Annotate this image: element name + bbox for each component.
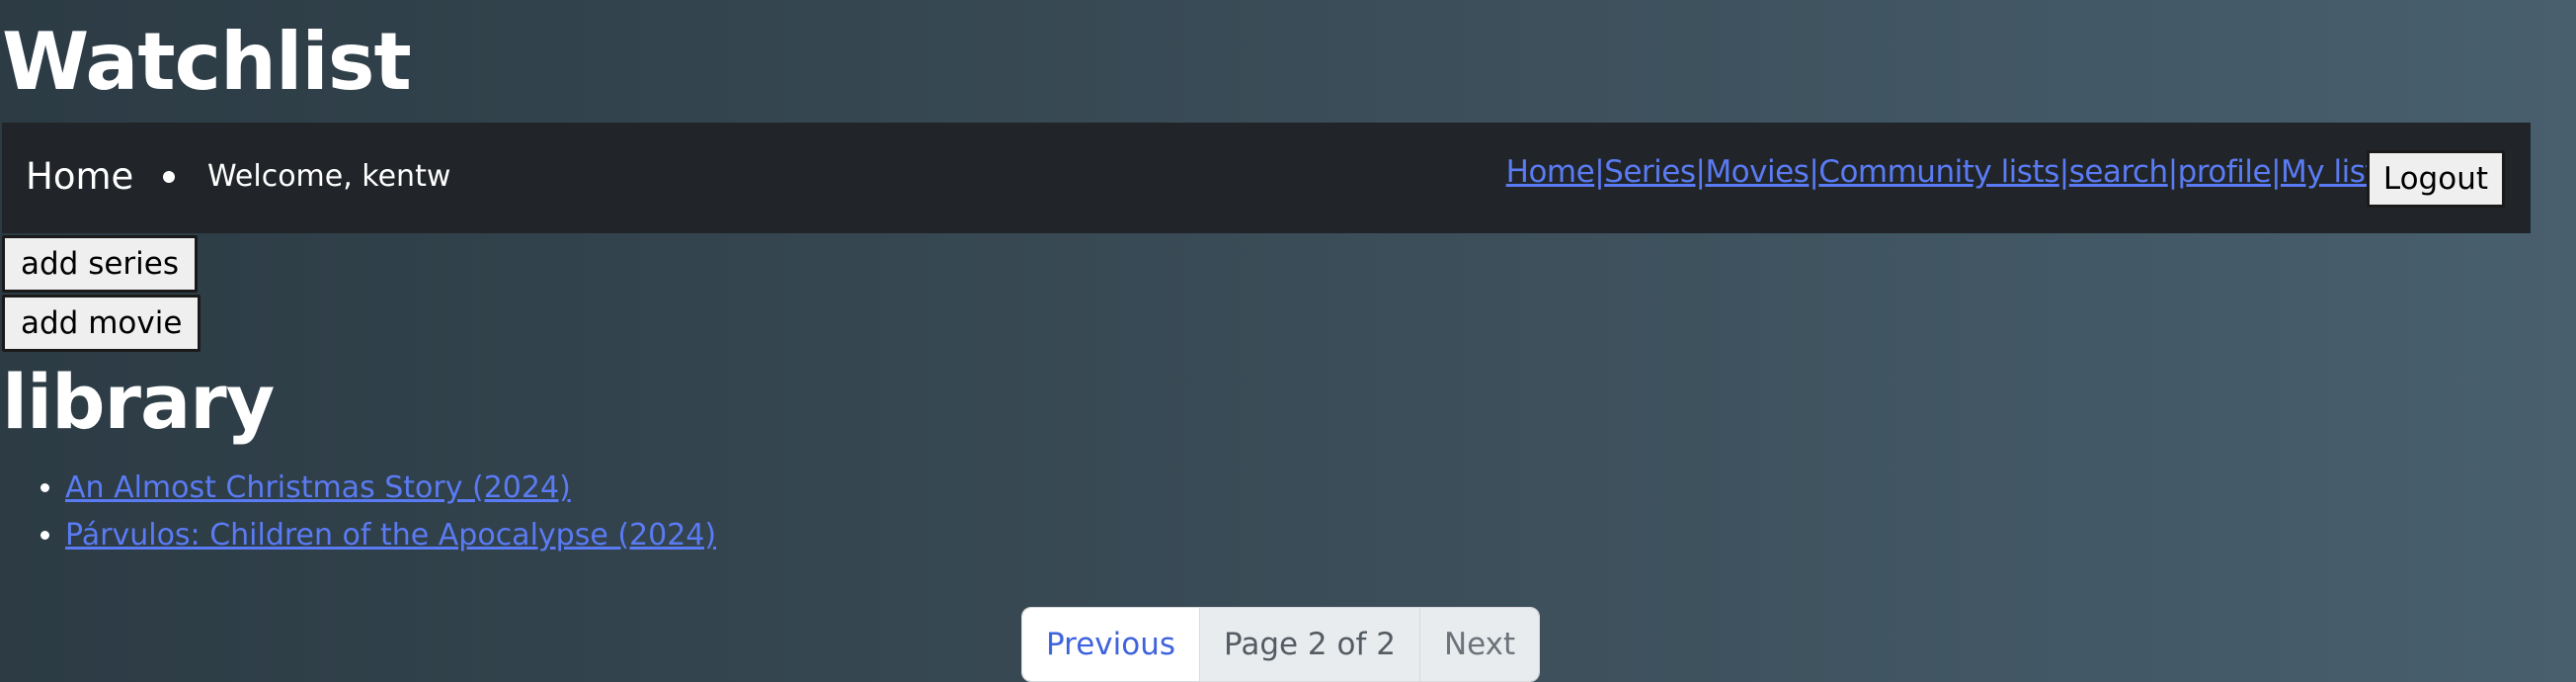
previous-page-button[interactable]: Previous <box>1022 608 1201 681</box>
list-item: Párvulos: Children of the Apocalypse (20… <box>65 512 716 559</box>
nav-link-series[interactable]: Series <box>1604 154 1696 190</box>
app-title: Watchlist <box>2 16 412 108</box>
library-title: library <box>2 358 275 446</box>
top-navbar: Home Welcome, kentw Home|Series|Movies|C… <box>2 123 2531 233</box>
library-item-link[interactable]: Párvulos: Children of the Apocalypse (20… <box>65 518 716 553</box>
nav-separator: | <box>1809 154 1819 190</box>
add-series-button[interactable]: add series <box>2 235 199 293</box>
nav-brand-home-link[interactable]: Home <box>26 152 133 202</box>
nav-link-search[interactable]: search <box>2069 154 2168 190</box>
nav-separator: | <box>2058 154 2069 190</box>
library-list: An Almost Christmas Story (2024) Párvulo… <box>0 465 716 559</box>
list-item: An Almost Christmas Story (2024) <box>65 465 716 512</box>
nav-link-movies[interactable]: Movies <box>1705 154 1809 190</box>
nav-link-home[interactable]: Home <box>1506 154 1595 190</box>
logout-button[interactable]: Logout <box>2366 150 2505 208</box>
nav-link-community-lists[interactable]: Community lists <box>1818 154 2059 190</box>
pagination: Previous Page 2 of 2 Next <box>1021 607 1541 682</box>
nav-link-profile[interactable]: profile <box>2178 154 2272 190</box>
nav-link-my-list[interactable]: My list <box>2281 154 2376 190</box>
add-movie-button[interactable]: add movie <box>2 295 201 352</box>
nav-separator: | <box>1695 154 1706 190</box>
page-indicator: Page 2 of 2 <box>1200 608 1420 681</box>
bullet-separator-icon <box>163 171 175 183</box>
nav-separator: | <box>2167 154 2178 190</box>
nav-separator: | <box>1594 154 1605 190</box>
next-page-button[interactable]: Next <box>1419 608 1540 681</box>
nav-separator: | <box>2271 154 2282 190</box>
library-item-link[interactable]: An Almost Christmas Story (2024) <box>65 470 571 505</box>
welcome-text: Welcome, kentw <box>207 159 451 194</box>
nav-links: Home|Series|Movies|Community lists|searc… <box>1506 152 2377 192</box>
